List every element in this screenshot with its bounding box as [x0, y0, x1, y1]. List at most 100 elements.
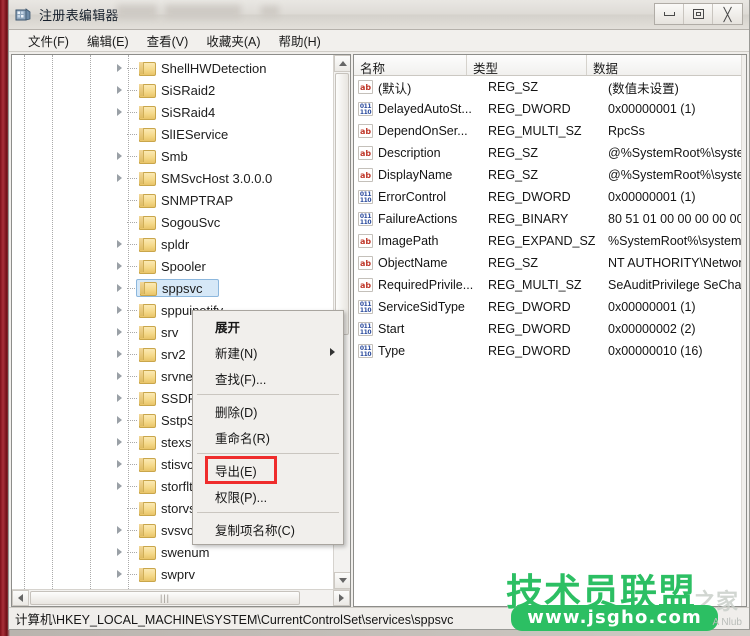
context-menu-item[interactable]: 权限(P)...: [193, 483, 343, 509]
value-row[interactable]: 011 110 FailureActions REG_BINARY 80 51 01 0…: [354, 208, 746, 230]
value-name: FailureActions: [378, 212, 458, 226]
folder-icon: [139, 171, 156, 186]
tree-item-content: SiSRaid4: [139, 105, 215, 120]
context-menu-item[interactable]: 删除(D): [193, 398, 343, 424]
tree-horizontal-scrollbar[interactable]: |||: [12, 589, 350, 606]
value-type: REG_DWORD: [488, 344, 571, 358]
tree-item-label: sppsvc: [162, 280, 203, 296]
folder-icon: [139, 215, 156, 230]
column-header-data[interactable]: 数据: [587, 55, 746, 76]
expand-arrow-icon[interactable]: [112, 457, 126, 471]
tree-item[interactable]: SogouSvc: [12, 211, 350, 233]
expand-arrow-icon[interactable]: [112, 369, 126, 383]
expand-arrow-icon[interactable]: [112, 281, 126, 295]
screen: 注册表编辑器 ╳ 文件(F) 编辑(E) 查看(V) 收藏夹(A) 帮助(H) …: [0, 0, 750, 636]
expand-arrow-icon[interactable]: [112, 413, 126, 427]
tree-item-content: sppsvc: [136, 279, 220, 297]
scroll-right-button[interactable]: [333, 590, 350, 606]
tree-item[interactable]: Smb: [12, 145, 350, 167]
tree-item[interactable]: spldr: [12, 233, 350, 255]
expand-arrow-icon[interactable]: [112, 523, 126, 537]
tree-item-content: svsvc: [139, 523, 194, 538]
folder-icon: [139, 259, 156, 274]
value-data: 0x00000001 (1): [608, 190, 696, 204]
menu-file[interactable]: 文件(F): [19, 29, 78, 52]
tree-hscroll-thumb[interactable]: |||: [30, 591, 300, 605]
value-list-rows[interactable]: ab (默认) REG_SZ (数值未设置) 011 110 DelayedAutoSt..…: [354, 76, 746, 606]
menu-view[interactable]: 查看(V): [138, 29, 198, 52]
context-menu-item[interactable]: 重命名(R): [193, 424, 343, 450]
value-row[interactable]: 011 110 ErrorControl REG_DWORD 0x00000001 (1…: [354, 186, 746, 208]
tree-item[interactable]: SlIEService: [12, 123, 350, 145]
expand-arrow-icon[interactable]: [112, 545, 126, 559]
value-type: REG_MULTI_SZ: [488, 278, 582, 292]
scroll-down-button[interactable]: [334, 572, 350, 589]
tree-item[interactable]: SMSvcHost 3.0.0.0: [12, 167, 350, 189]
minimize-button[interactable]: [655, 4, 684, 24]
value-row[interactable]: ab ImagePath REG_EXPAND_SZ %SystemRoot%\sys…: [354, 230, 746, 252]
value-name: ServiceSidType: [378, 300, 465, 314]
maximize-button[interactable]: [684, 4, 713, 24]
value-row[interactable]: ab Description REG_SZ @%SystemRoot%\system3: [354, 142, 746, 164]
value-row[interactable]: ab ObjectName REG_SZ NT AUTHORITY\NetworkS: [354, 252, 746, 274]
tree-item-content: SogouSvc: [139, 215, 220, 230]
tree-item[interactable]: swprv: [12, 563, 350, 585]
tree-item[interactable]: SNMPTRAP: [12, 189, 350, 211]
tree-item-content: srv: [139, 325, 178, 340]
value-row[interactable]: 011 110 Start REG_DWORD 0x00000002 (2): [354, 318, 746, 340]
tree-item-label: spldr: [161, 236, 190, 252]
expand-arrow-icon[interactable]: [112, 171, 126, 185]
value-row[interactable]: 011 110 Type REG_DWORD 0x00000010 (16): [354, 340, 746, 362]
window-title: 注册表编辑器: [39, 8, 119, 23]
tree-connector: [127, 133, 137, 135]
expand-arrow-icon[interactable]: [112, 259, 126, 273]
tree-item[interactable]: SiSRaid4: [12, 101, 350, 123]
value-row[interactable]: ab DependOnSer... REG_MULTI_SZ RpcSs: [354, 120, 746, 142]
value-data: 0x00000010 (16): [608, 344, 703, 358]
tree-connector: [127, 331, 137, 333]
context-menu-item[interactable]: 查找(F)...: [193, 365, 343, 391]
menu-favorites[interactable]: 收藏夹(A): [197, 29, 269, 52]
value-row[interactable]: ab RequiredPrivile... REG_MULTI_SZ SeAuditP…: [354, 274, 746, 296]
tree-item[interactable]: SiSRaid2: [12, 79, 350, 101]
scroll-up-button[interactable]: [334, 55, 350, 72]
expand-arrow-icon[interactable]: [112, 237, 126, 251]
value-row[interactable]: ab DisplayName REG_SZ @%SystemRoot%\system3: [354, 164, 746, 186]
expand-arrow-icon[interactable]: [112, 567, 126, 581]
expand-arrow-icon[interactable]: [112, 61, 126, 75]
tree-connector: [127, 485, 137, 487]
expand-arrow-icon[interactable]: [112, 325, 126, 339]
column-header-type[interactable]: 类型: [467, 55, 587, 76]
tree-item[interactable]: sppsvc: [12, 277, 350, 299]
expand-arrow-icon[interactable]: [112, 149, 126, 163]
tree-item[interactable]: Spooler: [12, 255, 350, 277]
tree-scroll-thumb[interactable]: [335, 73, 349, 335]
menu-edit[interactable]: 编辑(E): [78, 29, 138, 52]
folder-icon: [139, 523, 156, 538]
menu-help[interactable]: 帮助(H): [269, 29, 329, 52]
expand-arrow-icon[interactable]: [112, 83, 126, 97]
expand-arrow-icon[interactable]: [112, 435, 126, 449]
value-data: 0x00000002 (2): [608, 322, 696, 336]
context-menu-item-label: 新建(N): [215, 346, 258, 361]
tree-connector: [127, 529, 137, 531]
column-header-name[interactable]: 名称: [354, 55, 467, 76]
expand-arrow-icon[interactable]: [112, 105, 126, 119]
close-button[interactable]: ╳: [713, 4, 742, 24]
scroll-left-button[interactable]: [12, 590, 29, 606]
expand-arrow-icon[interactable]: [112, 479, 126, 493]
context-menu-item[interactable]: 导出(E): [193, 457, 343, 483]
tree-item[interactable]: ShellHWDetection: [12, 57, 350, 79]
value-row[interactable]: 011 110 ServiceSidType REG_DWORD 0x00000001 …: [354, 296, 746, 318]
context-menu-item[interactable]: 展开: [193, 313, 343, 339]
value-name: DelayedAutoSt...: [378, 102, 472, 116]
context-menu-item[interactable]: 新建(N): [193, 339, 343, 365]
value-row[interactable]: 011 110 DelayedAutoSt... REG_DWORD 0x0000000…: [354, 98, 746, 120]
context-menu-item[interactable]: 复制项名称(C): [193, 516, 343, 542]
value-data: 80 51 01 00 00 00 00 00 0: [608, 212, 746, 226]
tree-item-label: swprv: [161, 566, 195, 582]
expand-arrow-icon[interactable]: [112, 303, 126, 317]
expand-arrow-icon[interactable]: [112, 391, 126, 405]
expand-arrow-icon[interactable]: [112, 347, 126, 361]
value-row[interactable]: ab (默认) REG_SZ (数值未设置): [354, 76, 746, 98]
